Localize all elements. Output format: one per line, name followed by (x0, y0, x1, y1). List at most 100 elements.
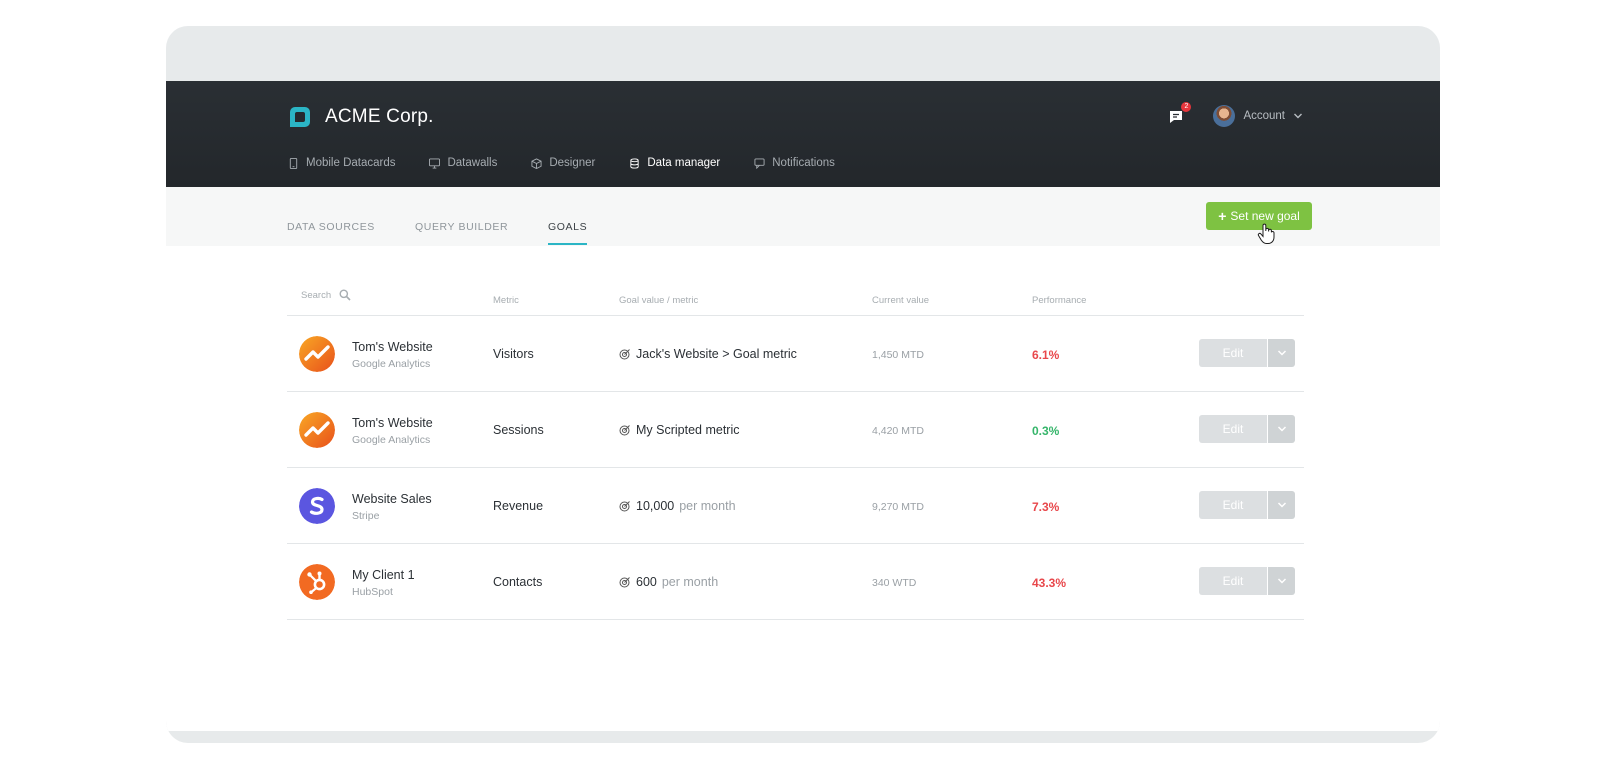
search-field[interactable] (301, 289, 351, 301)
chat-bubble-icon (1170, 111, 1183, 123)
performance-value: 7.3% (1032, 500, 1060, 514)
edit-button-group: Edit (1199, 339, 1295, 367)
acme-logo-icon (290, 107, 310, 127)
column-header-current: Current value (872, 295, 930, 306)
source-provider: Stripe (352, 510, 380, 522)
metric-name: Visitors (493, 347, 534, 361)
nav-item-label: Notifications (772, 157, 835, 169)
top-navigation-bar: ACME Corp. Mobile Datacards Datawalls De… (166, 81, 1440, 187)
source-provider: Google Analytics (352, 358, 431, 370)
edit-dropdown-button[interactable] (1268, 339, 1295, 367)
hand-cursor-icon (1257, 223, 1275, 244)
google-analytics-icon (299, 336, 335, 372)
goal-value: 10,000 per month (619, 499, 736, 513)
chevron-down-icon (1277, 502, 1286, 508)
avatar[interactable] (1213, 105, 1236, 127)
current-value: 9,270 MTD (872, 501, 924, 513)
edit-dropdown-button[interactable] (1268, 567, 1295, 595)
app-window: ACME Corp. Mobile Datacards Datawalls De… (166, 81, 1440, 731)
goal-value-text: Jack's Website > Goal metric (636, 347, 797, 361)
nav-item-label: Datawalls (447, 157, 498, 169)
target-icon (619, 425, 630, 436)
tab-query-builder[interactable]: QUERY BUILDER (415, 221, 508, 245)
chevron-down-icon[interactable] (1293, 111, 1303, 121)
nav-item-label: Designer (549, 157, 596, 169)
table-row: My Client 1 HubSpot Contacts 600 per mon… (287, 544, 1304, 620)
search-input[interactable] (301, 289, 337, 301)
edit-button[interactable]: Edit (1199, 491, 1267, 519)
source-name: Tom's Website (352, 340, 433, 354)
brand[interactable]: ACME Corp. (288, 103, 434, 131)
column-header-goal: Goal value / metric (619, 295, 699, 306)
tab-data-sources[interactable]: DATA SOURCES (287, 221, 375, 245)
nav-item-data-manager[interactable]: Data manager (629, 148, 720, 187)
monitor-icon (429, 158, 441, 169)
sub-navigation: DATA SOURCES QUERY BUILDER GOALS + Set n… (166, 187, 1440, 246)
target-icon (619, 501, 630, 512)
nav-item-label: Data manager (647, 157, 721, 169)
plus-icon: + (1218, 207, 1227, 224)
performance-value: 43.3% (1032, 576, 1067, 590)
box-icon (531, 158, 542, 169)
edit-button-group: Edit (1199, 491, 1295, 519)
source-provider: HubSpot (352, 586, 393, 598)
search-icon[interactable] (339, 289, 351, 301)
nav-item-mobile-datacards[interactable]: Mobile Datacards (288, 148, 395, 187)
mobile-icon (289, 158, 298, 169)
stripe-icon (299, 488, 335, 524)
nav-item-notifications[interactable]: Notifications (754, 148, 835, 187)
performance-value: 6.1% (1032, 348, 1060, 362)
table-header: Metric Goal value / metric Current value… (287, 283, 1304, 316)
target-icon (619, 577, 630, 588)
current-value: 4,420 MTD (872, 425, 924, 437)
notification-badge: 2 (1181, 102, 1192, 112)
google-analytics-icon (299, 412, 335, 448)
set-new-goal-label: Set new goal (1230, 209, 1300, 223)
nav-item-designer[interactable]: Designer (531, 148, 595, 187)
notifications-button[interactable]: 2 (1167, 102, 1192, 125)
goals-table: Metric Goal value / metric Current value… (287, 283, 1304, 620)
table-row: Website Sales Stripe Revenue 10,000 per … (287, 468, 1304, 544)
goal-value: Jack's Website > Goal metric (619, 347, 802, 361)
target-icon (619, 349, 630, 360)
account-label[interactable]: Account (1243, 110, 1285, 122)
chevron-down-icon (1277, 578, 1286, 584)
column-header-metric: Metric (493, 295, 519, 306)
goal-period: per month (661, 575, 719, 589)
table-row: Tom's Website Google Analytics Visitors … (287, 316, 1304, 392)
edit-button[interactable]: Edit (1199, 415, 1267, 443)
main-nav: Mobile Datacards Datawalls Designer Data… (288, 148, 869, 187)
edit-dropdown-button[interactable] (1268, 415, 1295, 443)
goal-period: per month (679, 499, 736, 513)
tab-goals[interactable]: GOALS (548, 221, 588, 245)
goal-value-text: 10,000 (636, 499, 675, 513)
header-actions: 2 Account (1167, 102, 1303, 129)
source-provider: Google Analytics (352, 434, 431, 446)
current-value: 1,450 MTD (872, 349, 924, 361)
source-name: Website Sales (352, 492, 432, 506)
column-header-performance: Performance (1032, 295, 1087, 306)
goal-value: My Scripted metric (619, 423, 745, 437)
performance-value: 0.3% (1032, 424, 1060, 438)
nav-item-datawalls[interactable]: Datawalls (429, 148, 497, 187)
chevron-down-icon (1277, 350, 1286, 356)
hubspot-icon (299, 564, 335, 600)
goal-value: 600 per month (619, 575, 718, 589)
browser-frame: ACME Corp. Mobile Datacards Datawalls De… (166, 26, 1440, 743)
metric-name: Sessions (493, 423, 544, 437)
source-name: Tom's Website (352, 416, 433, 430)
edit-button[interactable]: Edit (1199, 339, 1267, 367)
goal-value-text: 600 (636, 575, 657, 589)
edit-button[interactable]: Edit (1199, 567, 1267, 595)
metric-name: Contacts (493, 575, 543, 589)
source-name: My Client 1 (352, 568, 415, 582)
edit-dropdown-button[interactable] (1268, 491, 1295, 519)
brand-name: ACME Corp. (325, 106, 434, 127)
goal-value-text: My Scripted metric (636, 423, 740, 437)
notification-icon (754, 158, 765, 169)
table-row: Tom's Website Google Analytics Sessions … (287, 392, 1304, 468)
edit-button-group: Edit (1199, 415, 1295, 443)
current-value: 340 WTD (872, 577, 917, 589)
database-icon (630, 158, 639, 169)
chevron-down-icon (1277, 426, 1286, 432)
